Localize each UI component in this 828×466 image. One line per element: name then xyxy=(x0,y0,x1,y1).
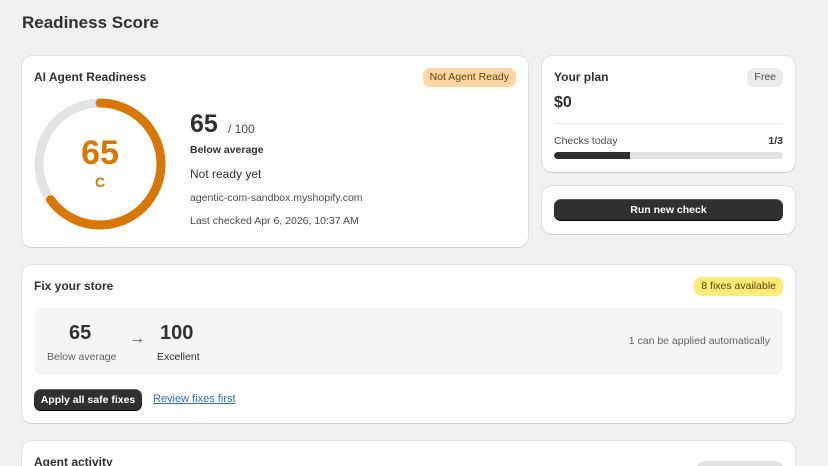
projected-score: 100 xyxy=(160,322,194,344)
arrow-right-icon: → xyxy=(129,330,145,347)
score-label: Below average xyxy=(190,144,264,156)
plan-divider xyxy=(554,123,783,124)
score-value: 65 xyxy=(190,110,218,138)
fixes-badge: 8 fixes available xyxy=(694,277,783,296)
readiness-card: AI Agent Readiness Not Agent Ready 65 C … xyxy=(22,56,528,247)
fix-card-title: Fix your store xyxy=(34,279,114,293)
projected-score-label: Excellent xyxy=(157,351,200,363)
gauge-grade: C xyxy=(94,174,106,190)
apply-safe-fixes-button[interactable]: Apply all safe fixes xyxy=(34,389,142,411)
current-score: 65 xyxy=(69,322,92,344)
score-max: / 100 xyxy=(228,122,255,136)
run-new-check-button[interactable]: Run new check xyxy=(554,199,783,221)
auto-apply-note: 1 can be applied automatically xyxy=(628,335,770,347)
checks-count: 1/3 xyxy=(768,135,783,147)
plan-price: $0 xyxy=(554,94,572,111)
current-score-label: Below average xyxy=(47,351,117,363)
readiness-card-title: AI Agent Readiness xyxy=(34,70,147,84)
agent-activity-card: Agent activity xyxy=(22,441,795,466)
score-projection-panel: 65 Below average → 100 Excellent 1 can b… xyxy=(34,308,783,375)
fix-store-card: Fix your store 8 fixes available 65 Belo… xyxy=(22,265,795,423)
review-fixes-link[interactable]: Review fixes first xyxy=(153,393,236,405)
plan-card: Your plan Free $0 Checks today 1/3 xyxy=(542,56,795,172)
last-checked: Last checked Apr 6, 2026, 10:37 AM xyxy=(190,215,359,227)
status-badge: Not Agent Ready xyxy=(422,68,516,87)
checks-label: Checks today xyxy=(554,135,618,147)
checks-progress-fill xyxy=(554,152,631,159)
page-title: Readiness Score xyxy=(22,13,160,32)
score-gauge: 65 C xyxy=(34,98,166,230)
plan-card-title: Your plan xyxy=(554,70,609,84)
plan-badge: Free xyxy=(747,68,783,87)
run-check-card: Run new check xyxy=(542,186,795,234)
gauge-score: 65 xyxy=(81,134,119,172)
ready-status-text: Not ready yet xyxy=(190,167,262,181)
activity-badge xyxy=(697,461,783,466)
activity-card-title: Agent activity xyxy=(34,455,113,466)
store-domain: agentic-com-sandbox.myshopify.com xyxy=(190,192,363,204)
checks-progress-bar xyxy=(554,152,783,159)
